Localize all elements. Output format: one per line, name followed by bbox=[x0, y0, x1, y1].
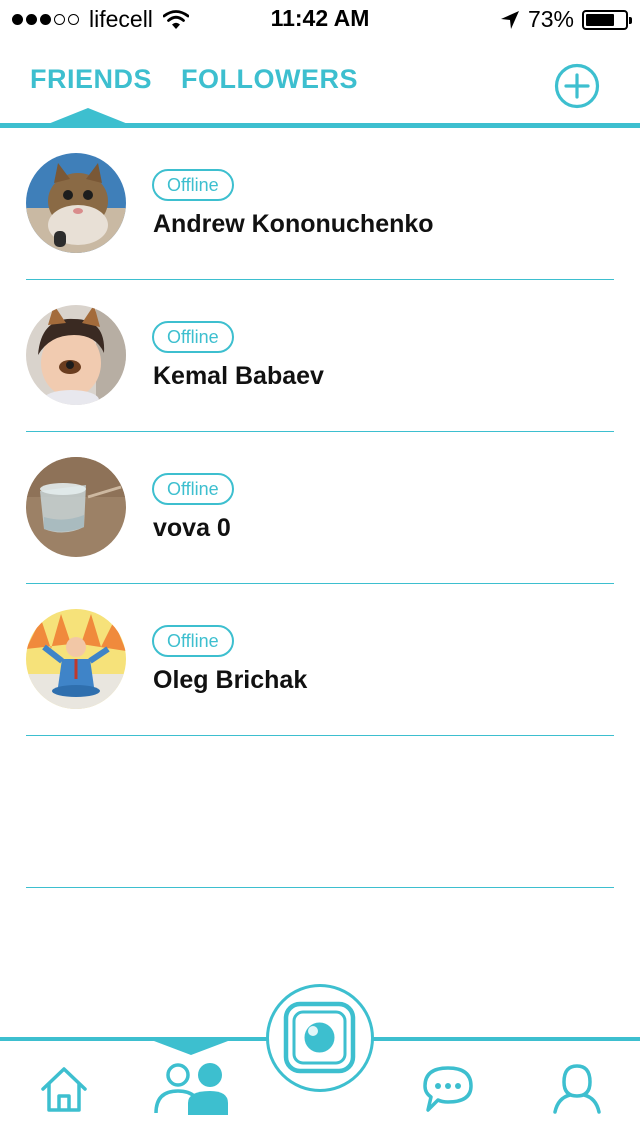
empty-list-row bbox=[0, 736, 640, 888]
status-badge: Offline bbox=[152, 473, 234, 505]
list-item[interactable]: Offline vova 0 bbox=[0, 432, 640, 584]
battery-cap bbox=[629, 16, 632, 24]
row-divider bbox=[26, 886, 614, 888]
status-bar: lifecell 11:42 AM 73% bbox=[0, 0, 640, 40]
chat-icon[interactable] bbox=[422, 1065, 474, 1113]
home-icon[interactable] bbox=[40, 1065, 88, 1113]
status-badge: Offline bbox=[152, 625, 234, 657]
friends-icon[interactable] bbox=[154, 1061, 230, 1115]
list-item[interactable]: Offline Andrew Kononuchenko bbox=[0, 128, 640, 280]
selected-tab-indicator bbox=[48, 108, 128, 124]
friend-name: Kemal Babaev bbox=[153, 362, 324, 390]
tab-followers[interactable]: FOLLOWERS bbox=[181, 64, 358, 95]
status-badge: Offline bbox=[152, 169, 234, 201]
friend-name: Oleg Brichak bbox=[153, 666, 308, 694]
camera-button[interactable] bbox=[266, 984, 374, 1092]
profile-icon[interactable] bbox=[552, 1062, 602, 1114]
list-item[interactable]: Offline Kemal Babaev bbox=[0, 280, 640, 432]
location-arrow-icon bbox=[500, 10, 519, 29]
list-item[interactable]: Offline Oleg Brichak bbox=[0, 584, 640, 736]
friend-name: vova 0 bbox=[153, 514, 231, 542]
avatar bbox=[26, 153, 126, 253]
status-right: 73% bbox=[500, 6, 632, 33]
friend-name: Andrew Kononuchenko bbox=[153, 210, 434, 238]
camera-icon bbox=[283, 1001, 356, 1074]
status-badge: Offline bbox=[152, 321, 234, 353]
battery-level bbox=[586, 13, 614, 26]
battery-icon bbox=[582, 9, 632, 30]
avatar bbox=[26, 609, 126, 709]
avatar bbox=[26, 305, 126, 405]
battery-percent: 73% bbox=[527, 6, 574, 32]
avatar bbox=[26, 457, 126, 557]
plus-circle-icon[interactable] bbox=[554, 63, 600, 109]
selected-tab-indicator bbox=[154, 1041, 228, 1055]
friend-list: Offline Andrew Kononuchenko Offline Kema… bbox=[0, 128, 640, 888]
tab-friends[interactable]: FRIENDS bbox=[30, 64, 152, 95]
